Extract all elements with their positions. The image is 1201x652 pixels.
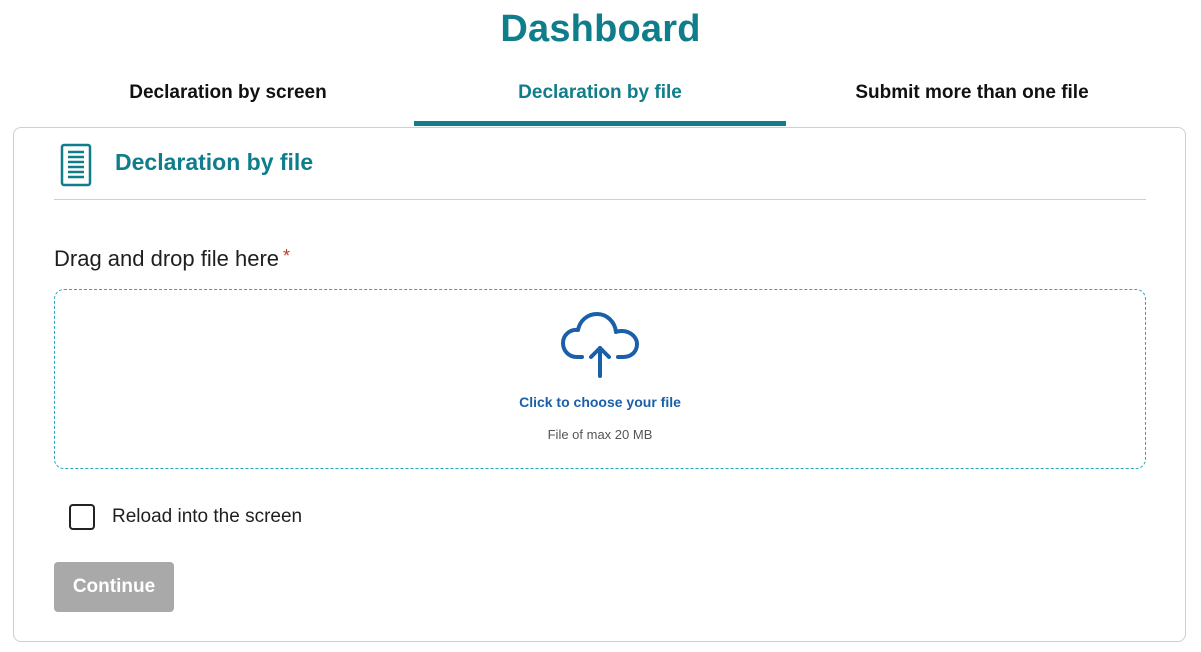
drop-label-text: Drag and drop file here	[54, 246, 280, 271]
reload-checkbox[interactable]	[69, 504, 95, 530]
page-title: Dashboard	[500, 8, 701, 50]
card-header: Declaration by file	[54, 142, 1146, 200]
choose-file-link[interactable]: Click to choose your file	[519, 394, 681, 410]
cloud-upload-icon	[561, 312, 639, 378]
reload-checkbox-label: Reload into the screen	[112, 506, 303, 527]
tab-declaration-by-file[interactable]: Declaration by file	[414, 78, 786, 126]
continue-button[interactable]: Continue	[54, 562, 174, 612]
file-dropzone[interactable]: Click to choose your file File of max 20…	[54, 289, 1146, 469]
reload-checkbox-row[interactable]: Reload into the screen	[69, 504, 302, 530]
card-title: Declaration by file	[115, 149, 314, 175]
tab-bar: Declaration by screen Declaration by fil…	[42, 78, 1158, 126]
required-marker: *	[283, 246, 291, 266]
file-size-hint: File of max 20 MB	[547, 427, 653, 442]
document-icon	[60, 143, 92, 187]
declaration-card: Declaration by file Drag and drop file h…	[13, 127, 1186, 642]
drop-label: Drag and drop file here *	[54, 246, 290, 272]
tab-declaration-by-screen[interactable]: Declaration by screen	[42, 78, 414, 126]
tab-submit-more-than-one-file[interactable]: Submit more than one file	[786, 78, 1158, 126]
